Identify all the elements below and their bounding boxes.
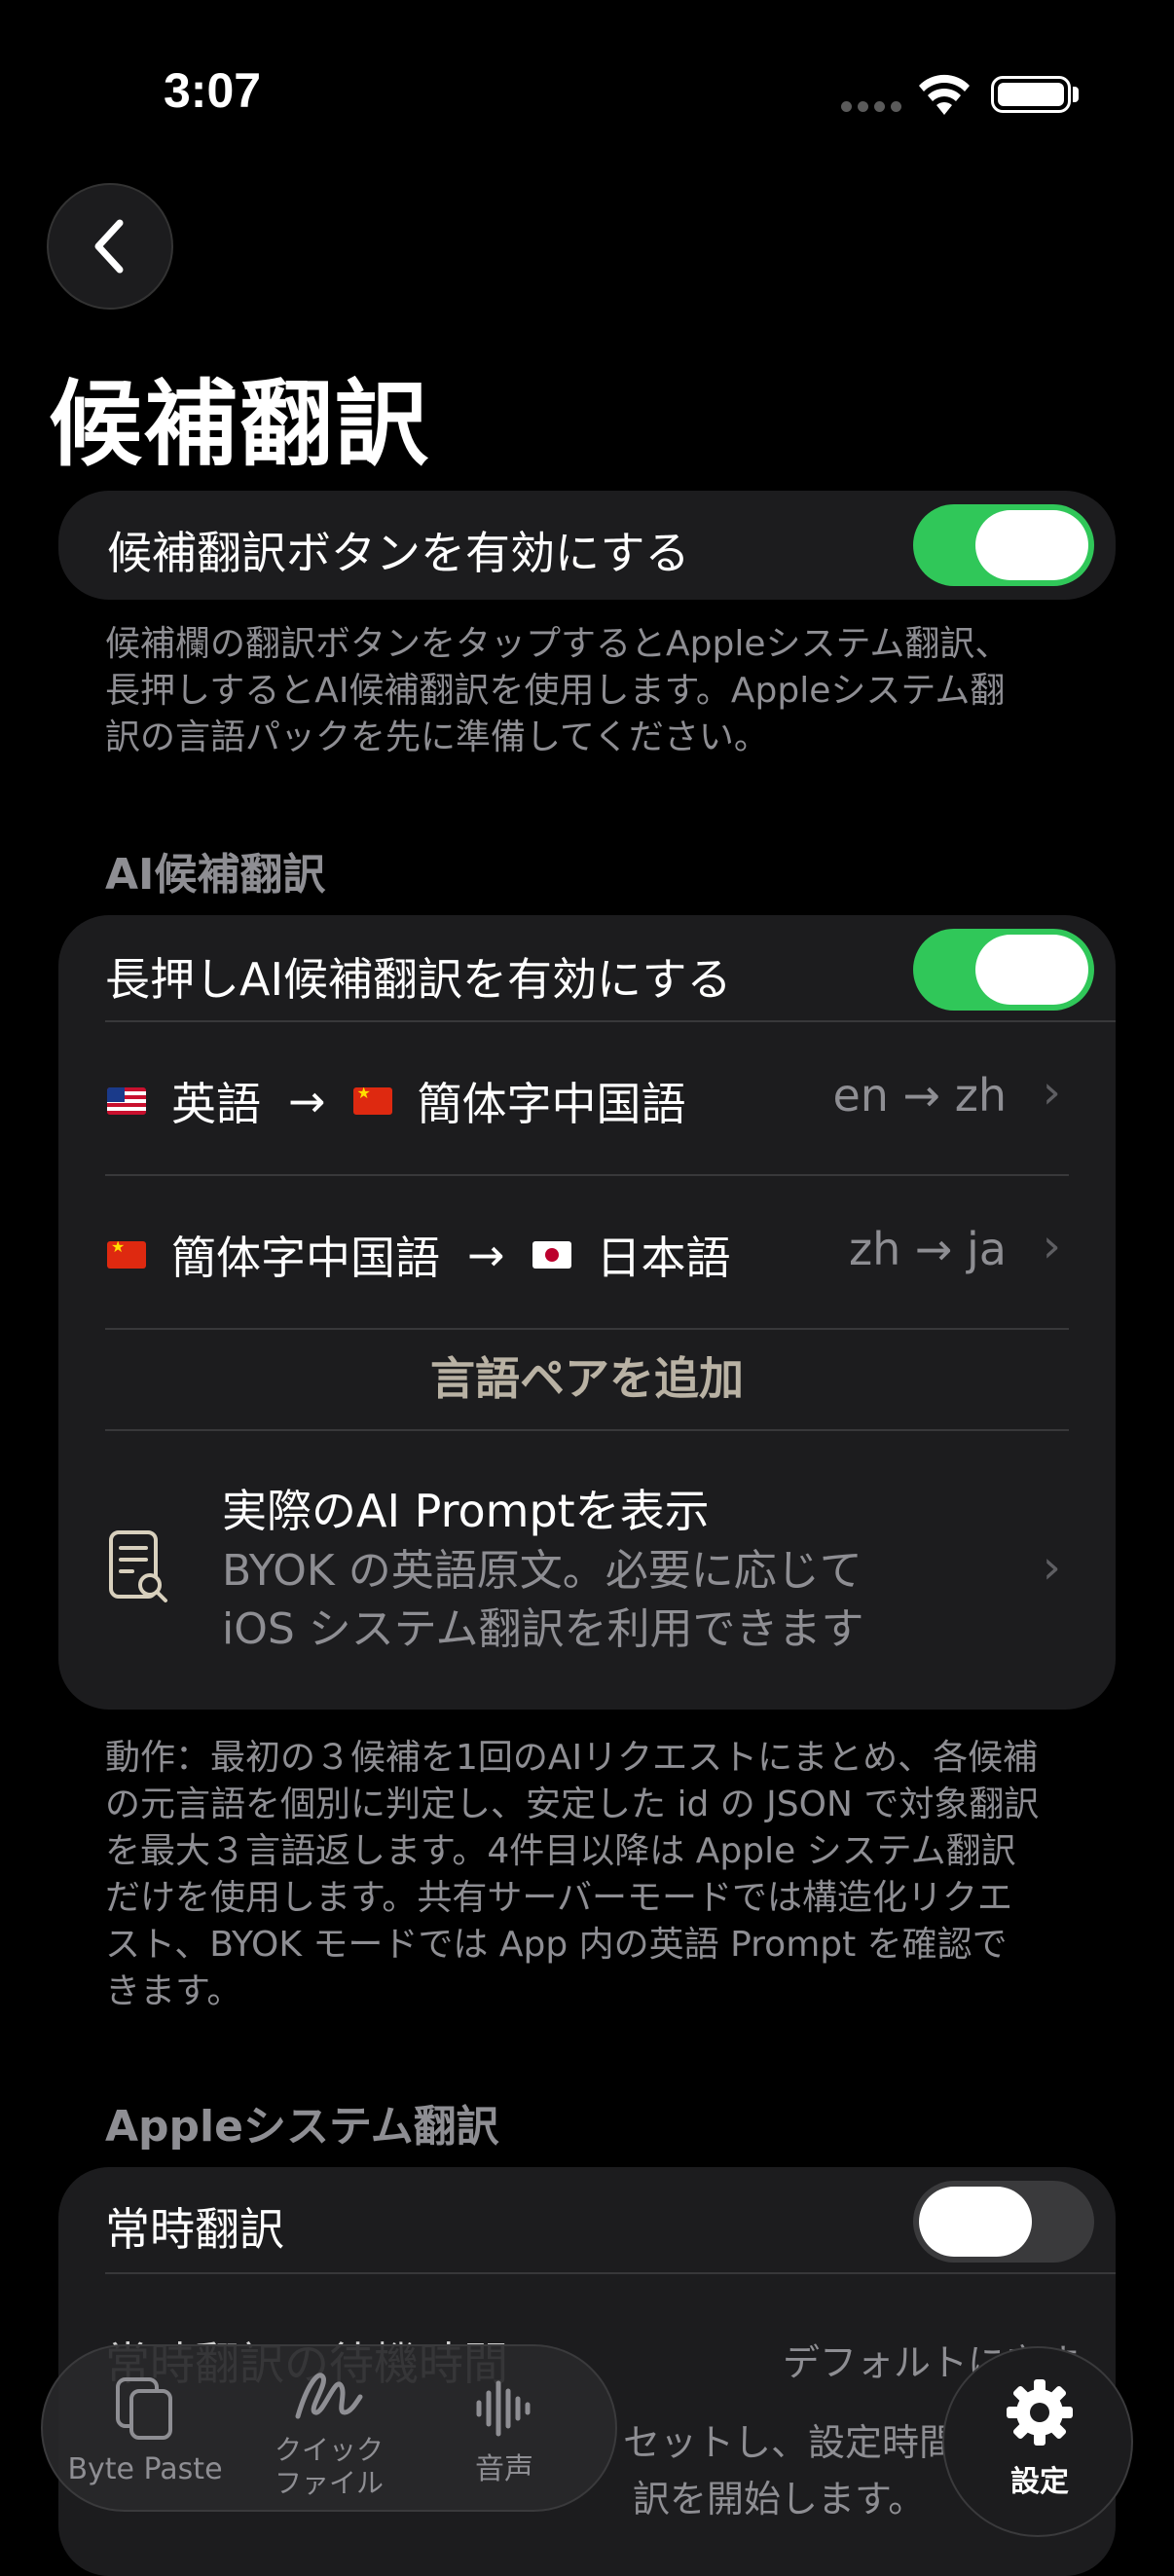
language-pair-row[interactable]: 英語 → 簡体字中国語 en → zh › bbox=[58, 1022, 1116, 1174]
back-button[interactable] bbox=[47, 183, 173, 310]
always-translate-label: 常時翻訳 bbox=[105, 2203, 284, 2256]
language-pair-row[interactable]: 簡体字中国語 → 日本語 zh → ja › bbox=[58, 1176, 1116, 1328]
tab-label: クイック ファイル bbox=[274, 2434, 384, 2499]
waveform-icon bbox=[476, 2380, 531, 2437]
gear-icon bbox=[1007, 2379, 1073, 2446]
battery-nub bbox=[1073, 87, 1079, 102]
ai-translation-card: 長押しAI候補翻訳を有効にする 英語 → 簡体字中国語 en → zh › 簡体… bbox=[58, 915, 1116, 1710]
pair-to-language: 簡体字中国語 bbox=[417, 1078, 686, 1130]
ai-toggle-switch[interactable] bbox=[913, 929, 1094, 1011]
pair-to-language: 日本語 bbox=[596, 1232, 731, 1284]
ai-section-header: AI候補翻訳 bbox=[105, 850, 326, 900]
status-time: 3:07 bbox=[164, 63, 262, 118]
add-language-pair-button[interactable]: 言語ペアを追加 bbox=[58, 1330, 1116, 1427]
document-search-icon bbox=[109, 1530, 167, 1602]
view-prompt-row[interactable]: 実際のAI Promptを表示 BYOK の英語原文。必要に応じて iOS シス… bbox=[58, 1431, 1116, 1710]
us-flag-icon bbox=[107, 1087, 146, 1115]
pair-code: en → zh bbox=[832, 1069, 1007, 1122]
wait-time-note: セットし、設定時間の bbox=[623, 2421, 994, 2464]
main-toggle-switch[interactable] bbox=[913, 504, 1094, 586]
page-title: 候補翻訳 bbox=[49, 370, 430, 479]
chevron-right-icon: › bbox=[1042, 1219, 1061, 1273]
prompt-subtitle: BYOK の英語原文。必要に応じて iOS システム翻訳を利用できます bbox=[222, 1546, 864, 1654]
chevron-right-icon: › bbox=[1042, 1540, 1061, 1595]
tab-settings-label: 設定 bbox=[1010, 2465, 1069, 2499]
always-translate-switch[interactable] bbox=[913, 2181, 1094, 2263]
pair-arrow: → bbox=[288, 1075, 326, 1127]
prompt-title: 実際のAI Promptを表示 bbox=[222, 1485, 710, 1537]
pair-from-language: 簡体字中国語 bbox=[171, 1232, 440, 1284]
tab-bar: Byte Paste クイック ファイル 音声 bbox=[41, 2344, 617, 2512]
tab-quick-file[interactable]: クイック ファイル bbox=[251, 2364, 407, 2500]
apple-section-header: Appleシステム翻訳 bbox=[105, 2102, 499, 2152]
pair-code: zh → ja bbox=[848, 1223, 1007, 1275]
cn-flag-icon bbox=[352, 1087, 392, 1115]
pair-arrow: → bbox=[467, 1229, 505, 1281]
jp-flag-icon bbox=[532, 1241, 571, 1269]
ai-toggle-label: 長押しAI候補翻訳を有効にする bbox=[105, 953, 732, 1006]
clipboard-icon bbox=[116, 2377, 172, 2440]
cn-flag-icon bbox=[107, 1241, 146, 1269]
chevron-right-icon: › bbox=[1042, 1065, 1061, 1120]
wait-time-note-2: 訳を開始します。 bbox=[633, 2478, 926, 2521]
scribble-icon bbox=[295, 2373, 363, 2419]
main-note: 候補欄の翻訳ボタンをタップするとAppleシステム翻訳、長押しするとAI候補翻訳… bbox=[105, 624, 1010, 757]
wifi-icon bbox=[919, 74, 970, 115]
main-toggle-card: 候補翻訳ボタンを有効にする bbox=[58, 491, 1116, 600]
chevron-left-icon bbox=[94, 219, 124, 274]
ai-behavior-note: 動作：最初の３候補を1回のAIリクエストにまとめ、各候補の元言語を個別に判定し、… bbox=[105, 1738, 1040, 2011]
battery-icon bbox=[991, 76, 1071, 113]
tab-byte-paste[interactable]: Byte Paste bbox=[53, 2374, 238, 2486]
tab-settings[interactable]: 設定 bbox=[942, 2346, 1133, 2537]
tab-label: 音声 bbox=[475, 2452, 533, 2486]
tab-label: Byte Paste bbox=[67, 2452, 223, 2486]
tab-voice[interactable]: 音声 bbox=[436, 2374, 572, 2486]
main-toggle-label: 候補翻訳ボタンを有効にする bbox=[107, 527, 690, 579]
pair-from-language: 英語 bbox=[171, 1078, 261, 1130]
cellular-signal-icon bbox=[841, 101, 901, 115]
